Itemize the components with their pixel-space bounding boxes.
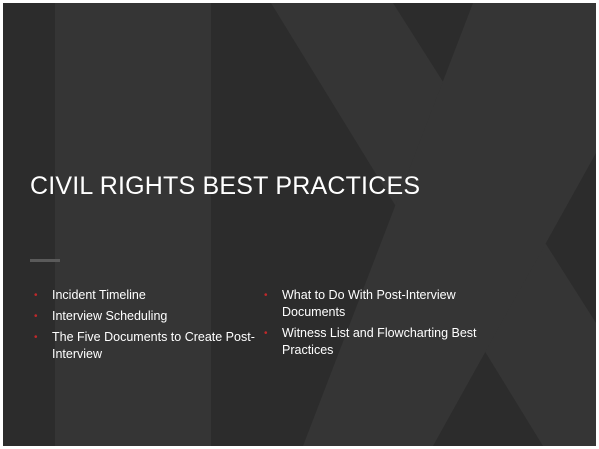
bullet-list-left: • Incident Timeline • Interview Scheduli… [34,287,256,367]
bullet-icon: • [34,332,38,343]
bullet-icon: • [34,290,38,301]
list-item: • The Five Documents to Create Post-Inte… [34,329,256,363]
list-item: • Interview Scheduling [34,308,256,325]
list-item: • What to Do With Post-Interview Documen… [264,287,504,321]
list-item-text: Interview Scheduling [52,309,168,323]
list-item: • Incident Timeline [34,287,256,304]
title-divider [30,259,60,262]
bullet-icon: • [34,311,38,322]
bullet-icon: • [264,328,268,339]
bullet-list-right: • What to Do With Post-Interview Documen… [264,287,504,363]
list-item-text: What to Do With Post-Interview Documents [282,288,456,319]
bullet-icon: • [264,290,268,301]
list-item-text: Incident Timeline [52,288,146,302]
slide-title: CIVIL RIGHTS BEST PRACTICES [30,172,421,200]
list-item: • Witness List and Flowcharting Best Pra… [264,325,504,359]
slide: CIVIL RIGHTS BEST PRACTICES • Incident T… [3,3,596,446]
list-item-text: Witness List and Flowcharting Best Pract… [282,326,477,357]
ix-watermark [55,3,596,446]
list-item-text: The Five Documents to Create Post-Interv… [52,330,255,361]
